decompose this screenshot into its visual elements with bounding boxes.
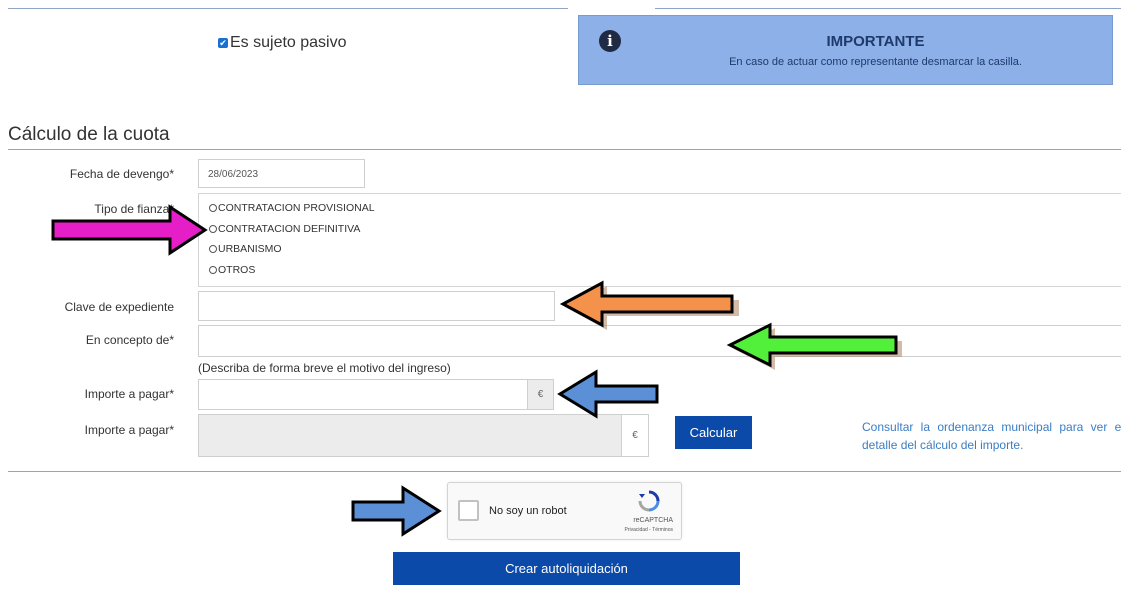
orange-arrow-icon	[559, 280, 739, 330]
annotation-arrows	[51, 204, 902, 537]
magenta-arrow-icon	[51, 204, 208, 256]
blue-arrow-right-icon	[351, 485, 442, 537]
green-arrow-icon	[726, 322, 902, 370]
blue-arrow-left-icon	[557, 369, 659, 419]
